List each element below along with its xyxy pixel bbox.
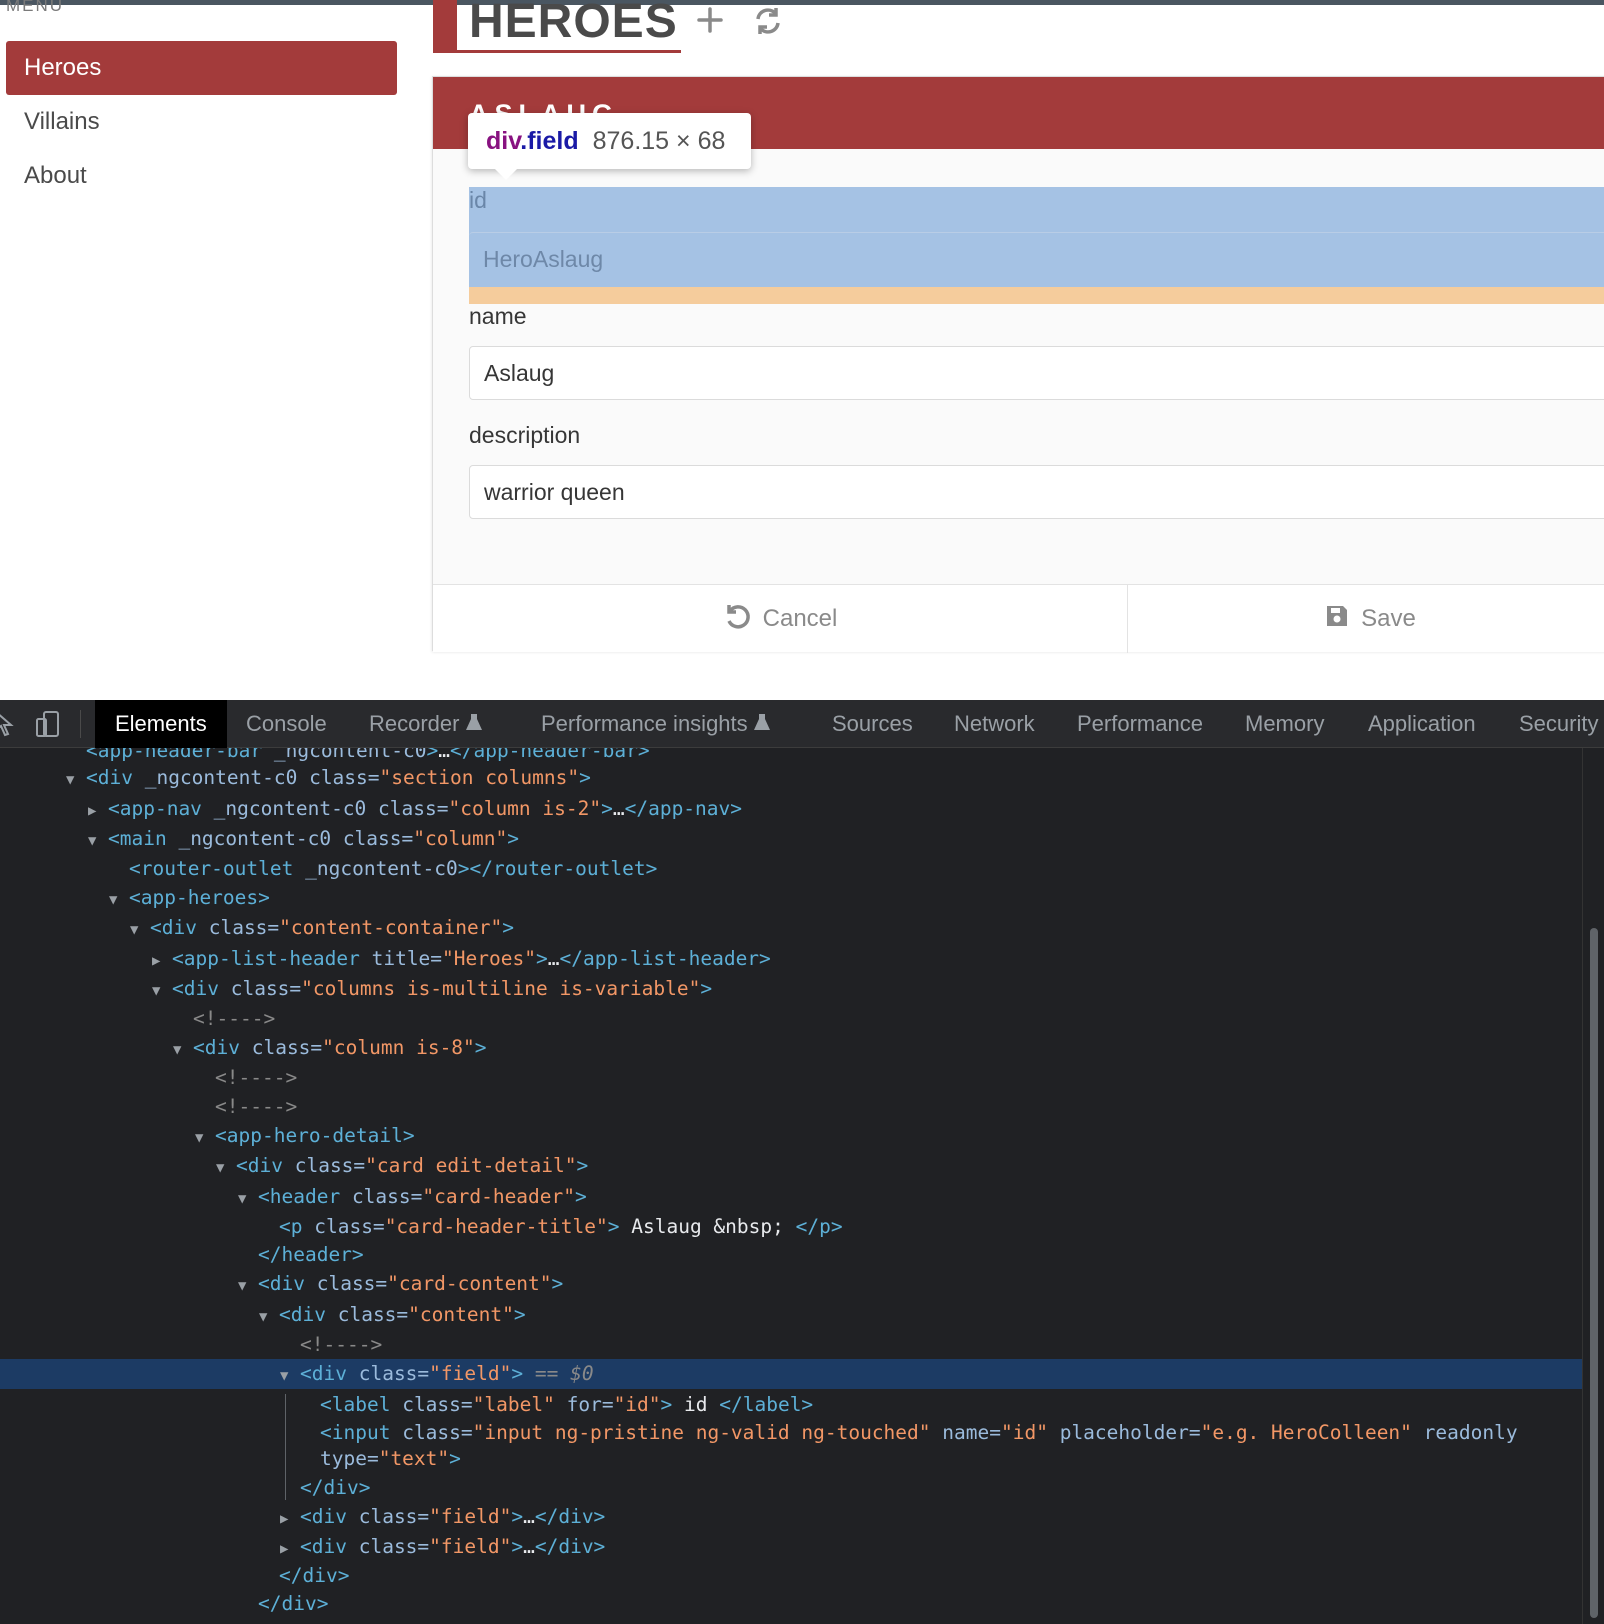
dom-node-line[interactable]: </div> [0,1561,1582,1591]
dom-node-line[interactable]: ▼ <div class="content-container"> [0,913,1582,943]
refresh-icon[interactable] [753,6,783,41]
dom-node-line[interactable]: <router-outlet _ngcontent-c0></router-ou… [0,854,1582,884]
dom-comment-line[interactable]: <!----> [0,1092,1582,1122]
elements-dom-tree[interactable]: <app-header-bar _ngcontent-c0>…</app-hea… [0,748,1582,1624]
dom-node-line[interactable]: </header> [0,1240,1582,1270]
dom-tree-scrollbar[interactable] [1582,748,1604,1624]
dom-node-line[interactable]: ▶ <div class="field">…</div> [0,1532,1582,1562]
menu-label: MENU [6,0,65,15]
dom-node-line[interactable]: type="text"> [0,1444,1582,1474]
devtools-panel: Elements Console Recorder Performance in… [0,700,1604,1624]
tab-application[interactable]: Application [1348,700,1496,748]
devtools-tab-bar: Elements Console Recorder Performance in… [0,700,1604,748]
nav-item-villains[interactable]: Villains [6,95,397,149]
inspect-element-icon[interactable] [0,710,16,743]
tab-performance[interactable]: Performance [1057,700,1223,748]
tooltip-arrow [494,168,518,180]
dom-node-line[interactable]: ▼ <div class="column is-8"> [0,1033,1582,1063]
card-content: id HeroAslaug name Aslaug description wa… [433,149,1604,584]
name-label: name [469,303,527,329]
card-footer: Cancel Save [433,584,1604,653]
cancel-button[interactable]: Cancel [433,585,1127,653]
device-toggle-icon[interactable] [34,710,62,743]
dom-node-line[interactable]: ▶ <app-nav _ngcontent-c0 class="column is… [0,794,1582,824]
scrollbar-thumb[interactable] [1590,928,1598,1618]
list-header: HEROES [433,0,681,53]
save-label: Save [1361,605,1416,632]
tab-security[interactable]: Security [1499,700,1604,748]
experiment-flask-icon [753,711,770,736]
window-top-border [0,0,1604,5]
tab-elements[interactable]: Elements [95,700,227,748]
dom-node-line[interactable]: <p class="card-header-title"> Aslaug &nb… [0,1212,1582,1242]
description-label: description [469,422,581,448]
inspect-tooltip: div.field 876.15 × 68 [468,113,751,169]
list-header-title: HEROES [469,0,678,48]
dom-comment-line[interactable]: <!----> [0,1330,1582,1360]
dom-node-line[interactable]: ▼ <app-hero-detail> [0,1121,1582,1151]
tab-recorder[interactable]: Recorder [349,700,502,748]
name-input[interactable]: Aslaug [469,346,1604,400]
dom-node-line[interactable]: <label class="label" for="id"> id </labe… [0,1390,1582,1420]
dom-node-line[interactable]: ▶ <div class="field">…</div> [0,1502,1582,1532]
save-icon [1325,604,1349,635]
save-button[interactable]: Save [1128,585,1604,653]
tooltip-size: 876.15 × 68 [592,127,726,155]
dom-node-line[interactable]: </div> [0,1589,1582,1619]
dom-node-line[interactable]: ▼ <main _ngcontent-c0 class="column"> [0,824,1582,854]
dom-node-line[interactable]: ▼ <header class="card-header"> [0,1182,1582,1212]
description-input[interactable]: warrior queen [469,465,1604,519]
dom-comment-line[interactable]: <!----> [0,1004,1582,1034]
tab-console[interactable]: Console [226,700,347,748]
tab-network[interactable]: Network [934,700,1055,748]
undo-icon [723,602,751,637]
nav-item-heroes[interactable]: Heroes [6,41,397,95]
tooltip-tag: div.field [486,127,579,155]
dom-node-line[interactable]: ▼ <div class="content"> [0,1300,1582,1330]
dom-node-line[interactable]: ▼ <div class="card edit-detail"> [0,1151,1582,1181]
dom-node-line[interactable]: ▼ <div class="card-content"> [0,1269,1582,1299]
id-input[interactable]: HeroAslaug [469,232,1604,286]
cancel-label: Cancel [762,605,838,632]
dom-node-line[interactable]: ▼ <div _ngcontent-c0 class="section colum… [0,763,1582,793]
experiment-flask-icon [465,711,482,736]
tab-sources[interactable]: Sources [812,700,933,748]
dom-node-line[interactable]: ▼ <div class="columns is-multiline is-var… [0,974,1582,1004]
dom-node-line[interactable]: ▼ <app-heroes> [0,883,1582,913]
plus-icon[interactable] [696,6,724,39]
tab-memory[interactable]: Memory [1225,700,1344,748]
nav-item-about[interactable]: About [6,149,397,203]
dom-node-line[interactable]: </div> [0,1473,1582,1503]
toolbar-divider [80,710,81,738]
dom-node-line[interactable]: ▶ <app-list-header title="Heroes">…</app-… [0,944,1582,974]
tab-performance-insights[interactable]: Performance insights [521,700,790,748]
dom-comment-line[interactable]: <!----> [0,1063,1582,1093]
id-label: id [469,187,487,213]
list-header-accent-bar [433,0,457,50]
highlight-margin-box [469,287,1604,304]
dom-node-selected[interactable]: ▼ <div class="field"> == $0 [0,1359,1582,1389]
